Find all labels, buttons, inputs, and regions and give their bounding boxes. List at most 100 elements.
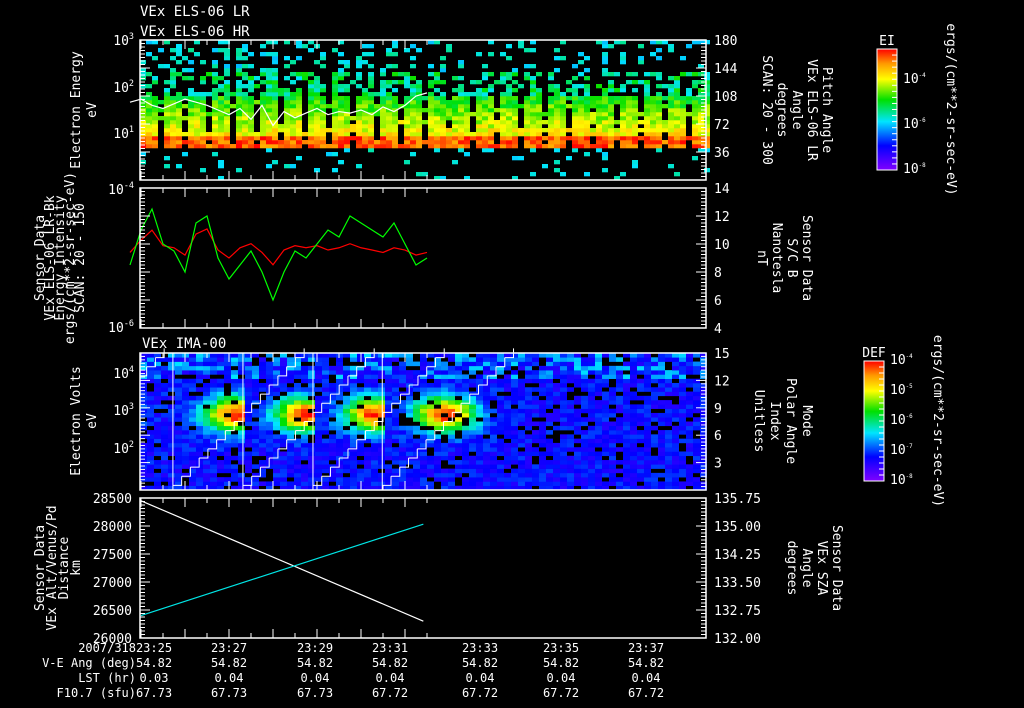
spectrogram-cell xyxy=(315,464,322,469)
spectrogram-cell xyxy=(608,72,614,77)
spectrogram-cell xyxy=(686,421,693,427)
spectrogram-cell xyxy=(420,382,427,388)
spectrogram-cell xyxy=(662,120,668,125)
spectrogram-cell xyxy=(665,464,672,469)
spectrogram-cell xyxy=(637,464,644,469)
spectrogram-cell xyxy=(231,370,238,375)
spectrogram-cell xyxy=(578,128,584,133)
spectrogram-cell xyxy=(164,124,170,129)
spectrogram-cell xyxy=(614,120,620,125)
spectrogram-cell xyxy=(581,421,588,427)
spectrogram-cell xyxy=(260,116,266,121)
spectrogram-cell xyxy=(218,84,224,89)
spectrogram-cell xyxy=(494,144,500,149)
spectrogram-cell xyxy=(588,455,595,461)
spectrogram-cell xyxy=(668,104,674,109)
spectrogram-cell xyxy=(278,128,284,133)
spectrogram-cell xyxy=(567,447,574,452)
spectrogram-cell xyxy=(497,460,504,465)
y-tick-label-right: 135.75 xyxy=(714,492,761,507)
spectrogram-cell xyxy=(416,48,422,53)
spectrogram-cell xyxy=(203,464,210,469)
spectrogram-cell xyxy=(560,365,567,371)
spectrogram-cell xyxy=(266,128,272,133)
spectrogram-cell xyxy=(483,438,490,444)
spectrogram-cell xyxy=(343,378,350,384)
spectrogram-cell xyxy=(280,421,287,427)
spectrogram-cell xyxy=(420,417,427,422)
spectrogram-cell xyxy=(539,382,546,388)
spectrogram-cell xyxy=(322,404,329,409)
spectrogram-cell xyxy=(203,438,210,444)
spectrogram-cell xyxy=(578,96,584,101)
spectrogram-cell xyxy=(668,84,674,89)
spectrogram-cell xyxy=(350,460,357,465)
spectrogram-cell xyxy=(609,425,616,431)
spectrogram-cell xyxy=(182,455,189,461)
spectrogram-cell xyxy=(343,434,350,439)
spectrogram-cell xyxy=(242,100,248,105)
spectrogram-cell xyxy=(210,425,217,431)
spectrogram-cell xyxy=(140,395,147,401)
spectrogram-cell xyxy=(524,116,530,121)
spectrogram-cell xyxy=(203,391,210,397)
spectrogram-cell xyxy=(386,64,392,69)
y-tick-label-left: 28000 xyxy=(93,520,132,535)
spectrogram-cell xyxy=(632,96,638,101)
spectrogram-cell xyxy=(182,400,189,405)
spectrogram-cell xyxy=(398,120,404,125)
spectrogram-cell xyxy=(668,164,674,169)
spectrogram-cell xyxy=(336,430,343,435)
spectrogram-cell xyxy=(434,477,441,482)
spectrogram-cell xyxy=(609,468,616,474)
spectrogram-cell xyxy=(284,136,290,141)
spectrogram-cell xyxy=(524,140,530,145)
spectrogram-cell xyxy=(497,387,504,392)
spectrogram-cell xyxy=(554,88,560,93)
spectrogram-cell xyxy=(693,391,700,397)
y-axis-title-right: S/C B xyxy=(784,238,799,277)
spectrogram-cell xyxy=(692,132,698,137)
spectrogram-cell xyxy=(581,464,588,469)
spectrogram-cell xyxy=(644,136,650,141)
spectrogram-cell xyxy=(362,124,368,129)
spectrogram-cell xyxy=(364,374,371,379)
spectrogram-cell xyxy=(287,387,294,392)
spectrogram-cell xyxy=(224,116,230,121)
spectrogram-cell xyxy=(284,132,290,137)
spectrogram-cell xyxy=(455,447,462,452)
spectrogram-cell xyxy=(188,124,194,129)
spectrogram-cell xyxy=(210,442,217,448)
spectrogram-cell xyxy=(542,120,548,125)
spectrogram-cell xyxy=(322,481,329,487)
spectrogram-cell xyxy=(596,140,602,145)
spectrogram-cell xyxy=(602,370,609,375)
spectrogram-cell xyxy=(290,140,296,145)
spectrogram-cell xyxy=(364,447,371,452)
spectrogram-cell xyxy=(212,120,218,125)
spectrogram-cell xyxy=(488,88,494,93)
spectrogram-cell xyxy=(584,132,590,137)
spectrogram-cell xyxy=(406,408,413,414)
spectrogram-cell xyxy=(500,104,506,109)
spectrogram-cell xyxy=(632,100,638,105)
spectrogram-cell xyxy=(147,378,154,384)
spectrogram-cell xyxy=(294,468,301,474)
spectrogram-cell xyxy=(651,472,658,478)
spectrogram-cell xyxy=(357,451,364,457)
spectrogram-cell xyxy=(314,96,320,101)
spectrogram-cell xyxy=(427,468,434,474)
spectrogram-cell xyxy=(154,395,161,401)
spectrogram-cell xyxy=(572,108,578,113)
spectrogram-cell xyxy=(350,455,357,461)
spectrogram-cell xyxy=(350,404,357,409)
spectrogram-cell xyxy=(462,395,469,401)
spectrogram-cell xyxy=(448,434,455,439)
spectrogram-cell xyxy=(329,387,336,392)
spectrogram-cell xyxy=(632,140,638,145)
spectrogram-cell xyxy=(494,80,500,85)
spectrogram-cell xyxy=(560,434,567,439)
spectrogram-cell xyxy=(238,477,245,482)
spectrogram-cell xyxy=(609,412,616,418)
spectrogram-cell xyxy=(602,112,608,117)
